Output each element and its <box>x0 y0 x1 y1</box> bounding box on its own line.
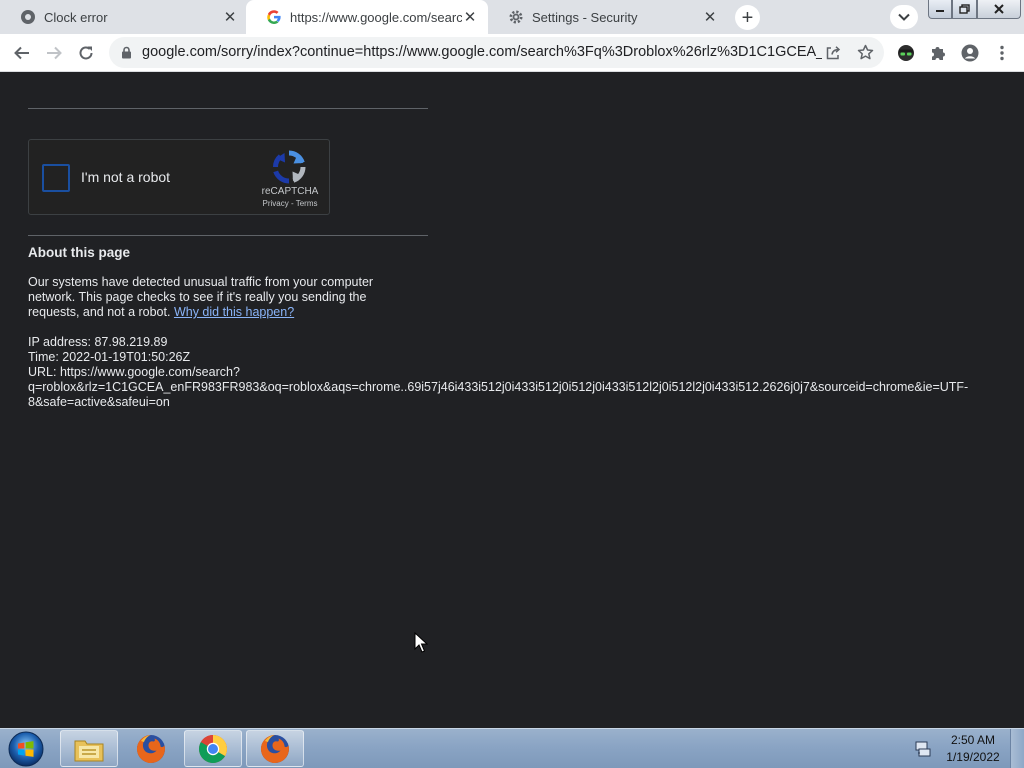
tab-strip: Clock error ✕ https://www.google.com/sea… <box>0 0 1024 34</box>
recaptcha-brand: reCAPTCHA <box>261 186 319 197</box>
taskbar-explorer[interactable] <box>60 730 118 767</box>
tab-title: Clock error <box>44 9 108 25</box>
page-content: I'm not a robot reCAPTCHA Privacy - Term… <box>0 72 1024 728</box>
close-window-button[interactable] <box>977 0 1021 19</box>
explorer-icon <box>74 740 104 761</box>
recaptcha-label: I'm not a robot <box>81 169 171 185</box>
recaptcha-checkbox[interactable] <box>42 164 70 192</box>
firefox-icon <box>136 734 165 763</box>
message-line: requests, and not a robot. <box>28 305 171 319</box>
address-bar[interactable]: google.com/sorry/index?continue=https://… <box>109 37 884 68</box>
extension-button[interactable] <box>894 41 918 65</box>
ip-address: IP address: 87.98.219.89 <box>28 335 168 349</box>
about-heading: About this page <box>28 245 130 260</box>
forward-arrow-icon <box>47 46 62 60</box>
url-line: q=roblox&rlz=1C1GCEA_enFR983FR983&oq=rob… <box>28 380 969 394</box>
recaptcha-privacy-terms-link[interactable]: Privacy - Terms <box>255 199 325 208</box>
mouse-cursor-icon <box>414 632 428 653</box>
message-line-with-link: requests, and not a robot. Why did this … <box>28 305 294 320</box>
tab-title: https://www.google.com/search? <box>290 9 462 25</box>
back-button[interactable] <box>10 41 34 65</box>
windows-taskbar: 2:50 AM 1/19/2022 <box>0 728 1024 768</box>
close-tab-icon[interactable]: ✕ <box>462 9 478 26</box>
tab-search-button[interactable] <box>890 5 918 29</box>
timestamp: Time: 2022-01-19T01:50:26Z <box>28 350 191 364</box>
profile-avatar-icon <box>961 44 979 62</box>
tab-clock-error[interactable]: Clock error ✕ <box>0 0 248 34</box>
url-path: /sorry/index?continue=https://www.google… <box>216 44 822 60</box>
bookmark-star-icon[interactable] <box>857 44 874 61</box>
new-tab-button[interactable]: + <box>735 5 760 30</box>
recaptcha-logo-icon <box>273 150 306 184</box>
forward-button[interactable] <box>42 41 66 65</box>
profile-button[interactable] <box>958 41 982 65</box>
network-icon[interactable] <box>914 740 932 758</box>
url-line: 8&safe=active&safeui=on <box>28 395 170 409</box>
spy-extension-icon <box>898 45 914 61</box>
taskbar-chrome[interactable] <box>184 730 242 767</box>
url-text[interactable]: google.com/sorry/index?continue=https://… <box>142 44 822 60</box>
minimize-window-button[interactable] <box>928 0 952 19</box>
firefox-icon <box>260 734 289 763</box>
close-tab-icon[interactable]: ✕ <box>222 9 238 26</box>
tab-title: Settings - Security <box>532 9 638 25</box>
settings-gear-icon <box>509 10 523 24</box>
chrome-error-icon <box>21 10 35 24</box>
chevron-down-icon <box>898 13 910 21</box>
reload-icon <box>79 46 93 60</box>
lock-icon[interactable] <box>121 46 132 59</box>
restore-icon <box>959 4 970 14</box>
url-line: URL: https://www.google.com/search? <box>28 365 240 379</box>
clock-time[interactable]: 2:50 AM <box>940 733 1006 747</box>
recaptcha-widget: I'm not a robot reCAPTCHA Privacy - Term… <box>28 139 330 215</box>
taskbar-firefox[interactable] <box>246 730 304 767</box>
google-g-icon <box>267 10 281 24</box>
start-button[interactable] <box>6 731 46 767</box>
message-line: network. This page checks to see if it's… <box>28 290 367 304</box>
taskbar-firefox[interactable] <box>122 730 180 767</box>
why-did-this-happen-link[interactable]: Why did this happen? <box>174 305 294 319</box>
show-desktop-button[interactable] <box>1010 729 1024 768</box>
close-icon <box>994 4 1004 14</box>
kebab-menu-icon <box>1000 45 1004 61</box>
tab-google-search[interactable]: https://www.google.com/search? ✕ <box>246 0 488 34</box>
divider <box>28 235 428 236</box>
message-line: Our systems have detected unusual traffi… <box>28 275 374 289</box>
restore-window-button[interactable] <box>952 0 977 19</box>
clock-date[interactable]: 1/19/2022 <box>940 750 1006 764</box>
chrome-menu-button[interactable] <box>990 41 1014 65</box>
extensions-menu-button[interactable] <box>926 41 950 65</box>
minimize-icon <box>936 10 944 12</box>
chrome-icon <box>199 734 227 763</box>
back-arrow-icon <box>14 46 29 60</box>
close-tab-icon[interactable]: ✕ <box>702 9 718 26</box>
tab-settings-security[interactable]: Settings - Security ✕ <box>488 0 728 34</box>
share-icon[interactable] <box>825 45 841 61</box>
reload-button[interactable] <box>74 41 98 65</box>
browser-toolbar: google.com/sorry/index?continue=https://… <box>0 34 1024 72</box>
divider <box>28 108 428 109</box>
puzzle-icon <box>932 47 945 60</box>
url-host: google.com <box>142 44 217 60</box>
